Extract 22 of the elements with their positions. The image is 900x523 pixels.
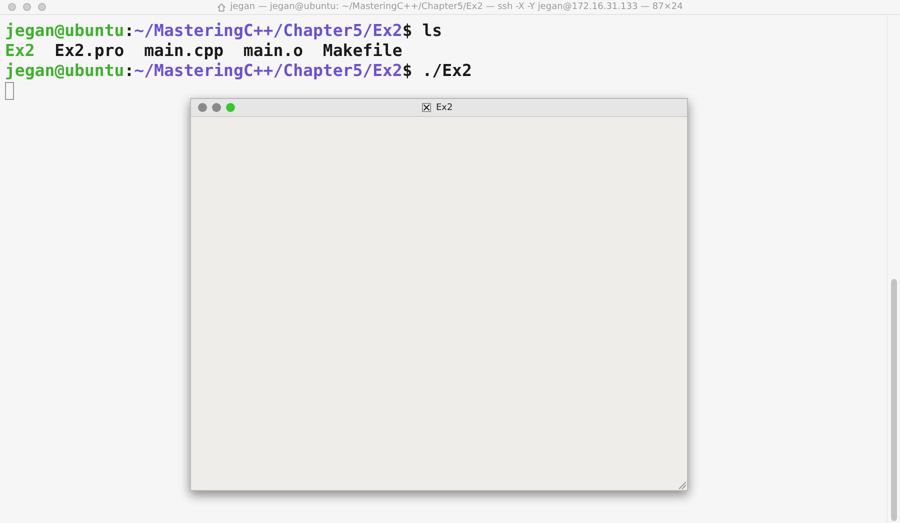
x-logo-icon [422,103,431,112]
terminal-text: Ex2.pro main.cpp main.o Makefile [54,41,402,60]
close-button[interactable] [198,103,207,112]
terminal-text: $ ls [402,21,442,40]
close-button[interactable] [8,3,16,11]
house-icon [217,2,226,12]
terminal-text: : [124,21,134,40]
scrollbar-thumb[interactable] [891,279,897,521]
terminal-text: $ ./Ex2 [402,61,472,80]
app-window-title: Ex2 [436,102,453,112]
minimize-button[interactable] [212,103,221,112]
zoom-button[interactable] [38,3,46,11]
window-title: jegan — jegan@ubuntu: ~/MasteringC++/Chapter5/Ex2 — ssh -X -Y jegan@172.16.31.133 — 87×24 [230,2,683,12]
terminal-text: : [124,61,134,80]
terminal-text: ~/MasteringC++/Chapter5/Ex2 [134,61,402,80]
zoom-button[interactable] [226,103,235,112]
terminal-text: jegan@ubuntu [5,21,124,40]
terminal-text: ~/MasteringC++/Chapter5/Ex2 [134,21,402,40]
resize-grip-icon[interactable] [678,481,686,489]
terminal-text: Ex2 [5,41,35,60]
minimize-button[interactable] [23,3,31,11]
terminal-text: jegan@ubuntu [5,61,124,80]
